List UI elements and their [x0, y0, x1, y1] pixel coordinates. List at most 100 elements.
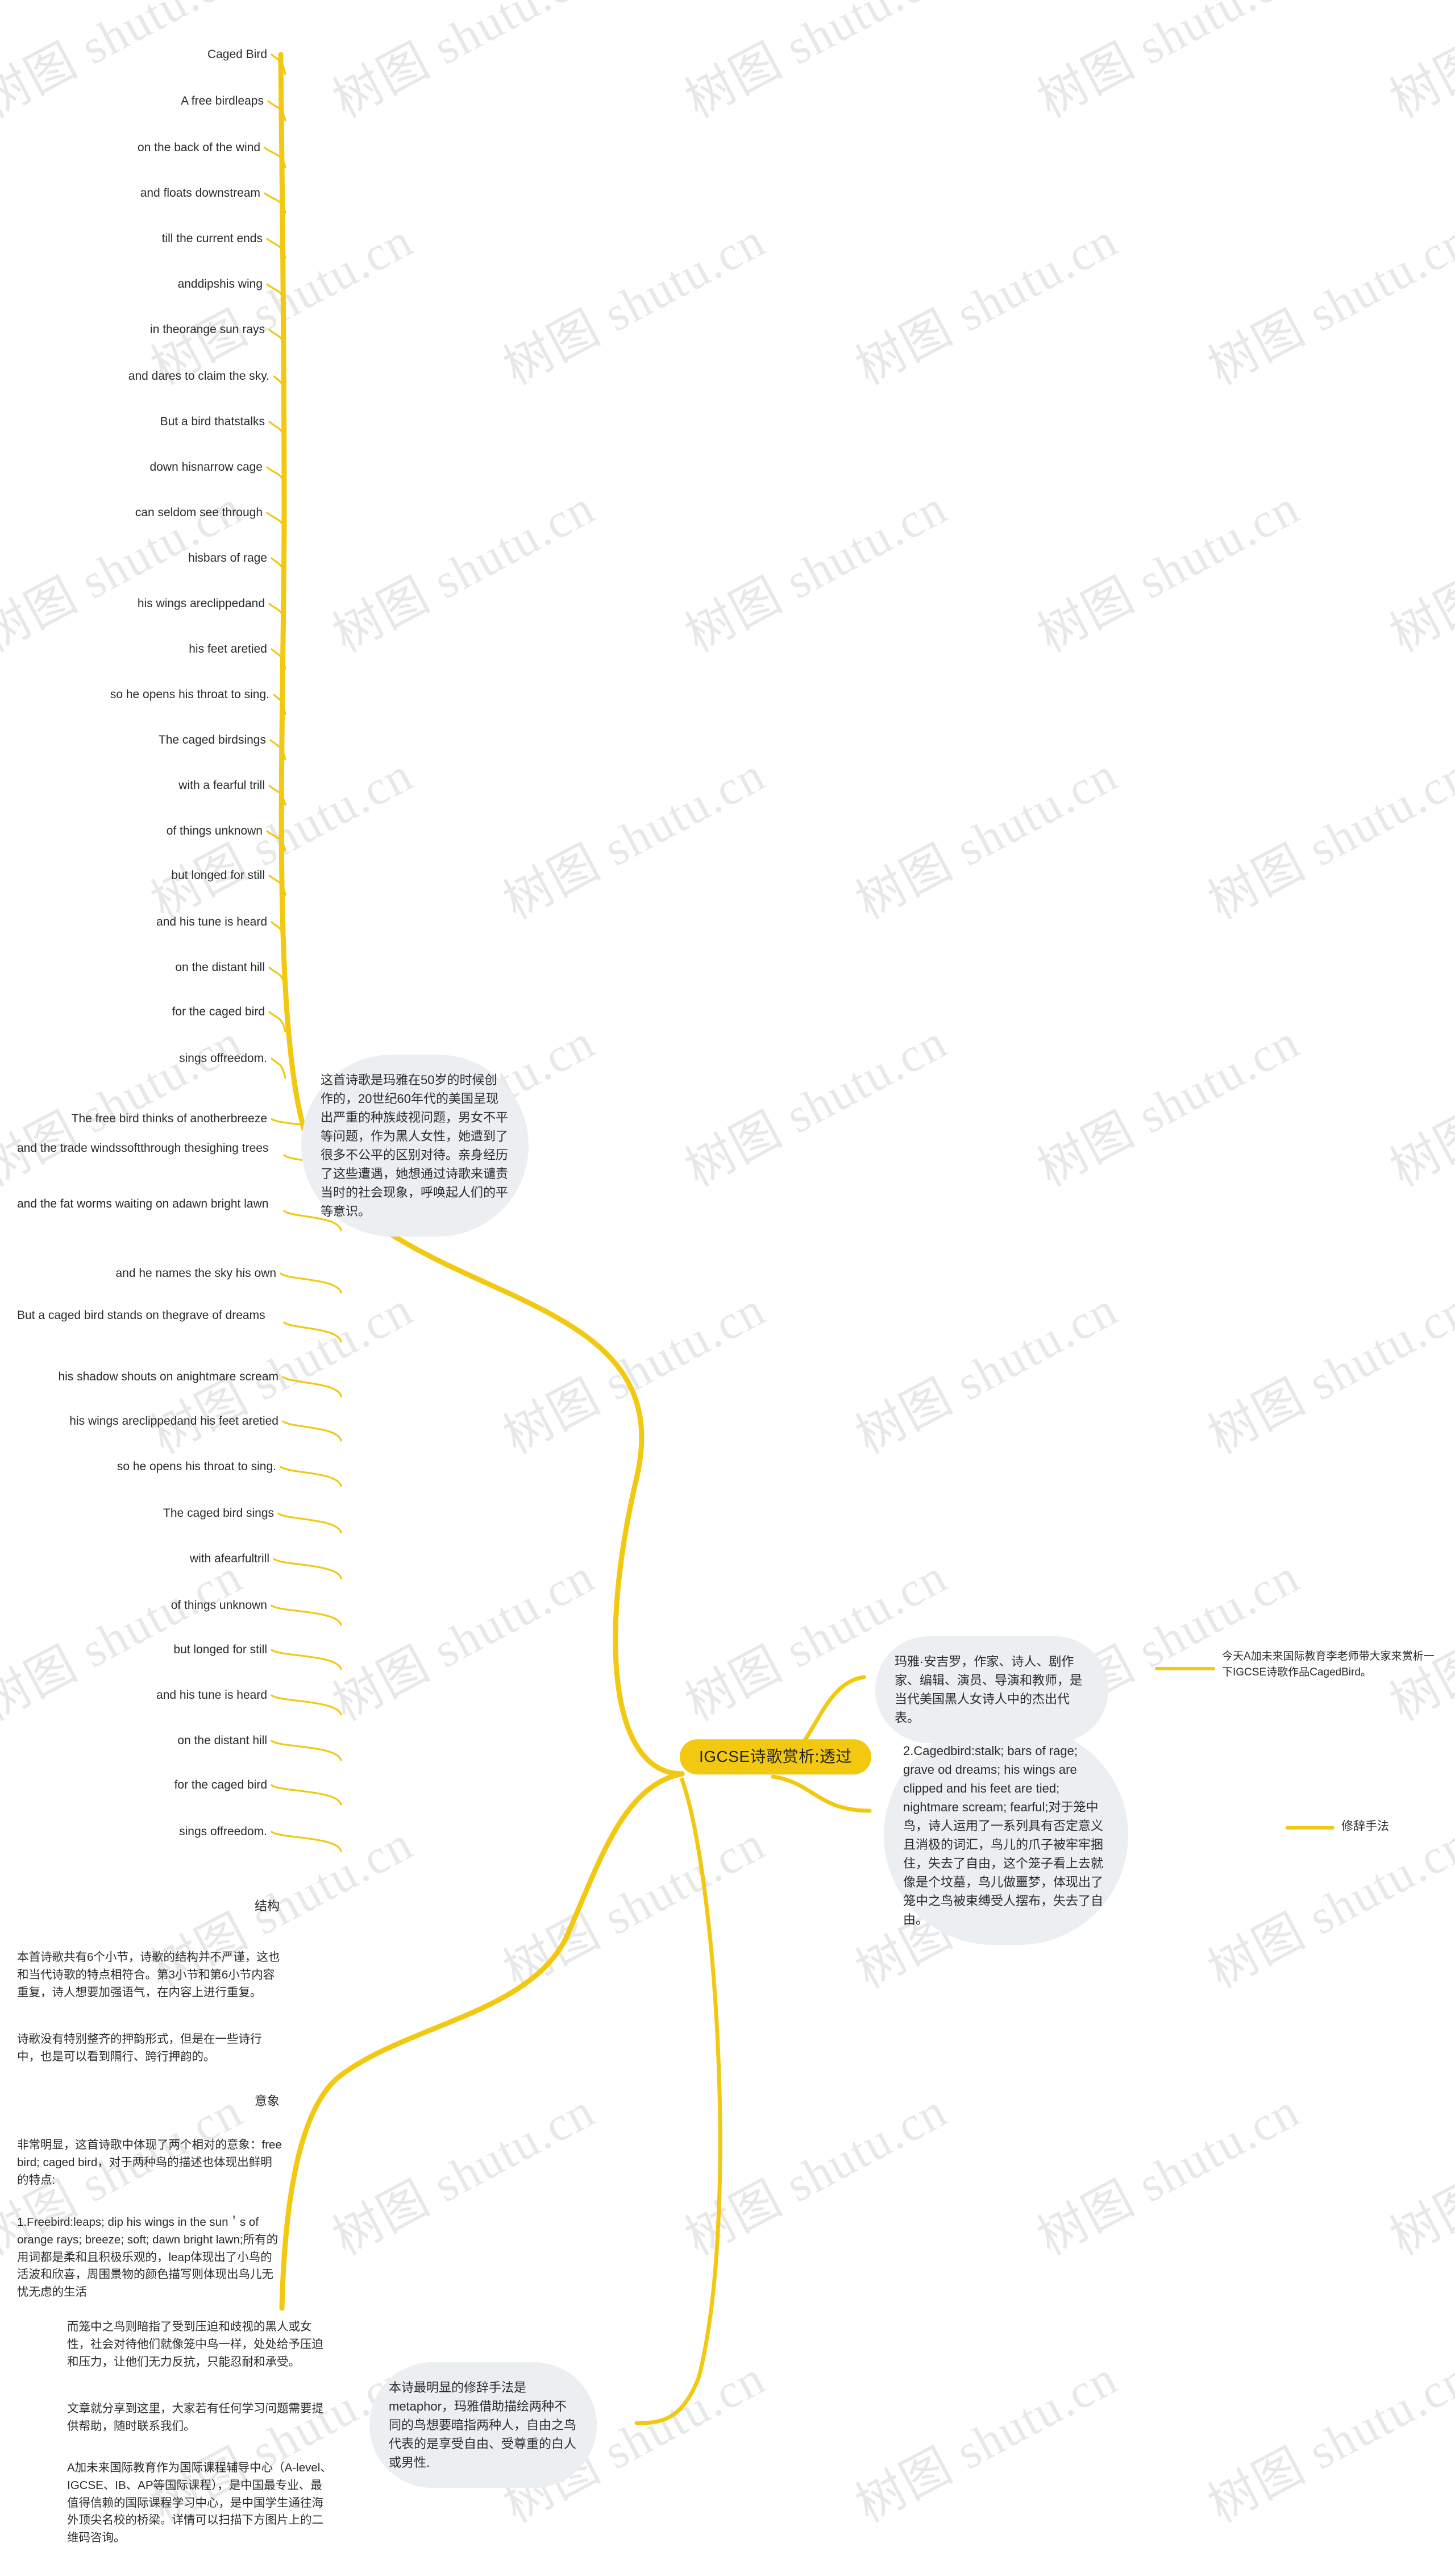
caged-bird-meaning-paragraph[interactable]: 而笼中之鸟则暗指了受到压迫和歧视的黑人或女性，社会对待他们就像笼中鸟一样，处处给…	[67, 2318, 332, 2371]
watermark-text: 树图 shutu.cn	[494, 212, 774, 396]
right-node-intro-note[interactable]: 今天A加未来国际教育李老师带大家来赏析一下IGCSE诗歌作品CagedBird。	[1222, 1649, 1444, 1680]
watermark-text: 树图 shutu.cn	[1029, 0, 1308, 128]
poem-line[interactable]: and his tune is heard	[0, 914, 267, 930]
section-label-imagery[interactable]: 意象	[0, 2091, 280, 2109]
rhyme-paragraph[interactable]: 诗歌没有特别整齐的押韵形式，但是在一些诗行中，也是可以看到隔行、跨行押韵的。	[17, 2031, 282, 2066]
section-label-structure[interactable]: 结构	[0, 1896, 280, 1914]
poem-line[interactable]: The free bird thinks of anotherbreeze	[0, 1111, 267, 1127]
bubble-metaphor-note[interactable]: 本诗最明显的修辞手法是metaphor，玛雅借助描绘两种不同的鸟想要暗指两种人，…	[369, 2362, 597, 2488]
branch-twig	[273, 694, 286, 715]
poem-line[interactable]: The caged birdsings	[0, 732, 266, 748]
poem-line[interactable]: and dares to claim the sky.	[0, 368, 269, 384]
poem-line[interactable]: so he opens his throat to sing.	[0, 687, 269, 703]
imagery-intro-paragraph[interactable]: 非常明显，这首诗歌中体现了两个相对的意象：free bird; caged bi…	[17, 2137, 282, 2189]
watermark-text: 树图 shutu.cn	[676, 1014, 956, 1197]
branch-twig	[266, 466, 286, 488]
bubble-caged-bird-note[interactable]: 2.Cagedbird:stalk; bars of rage; grave o…	[884, 1725, 1128, 1945]
branch-twig	[266, 830, 286, 852]
poem-line[interactable]: down hisnarrow cage	[0, 459, 263, 475]
poem-line[interactable]: and he names the sky his own	[0, 1266, 277, 1281]
poem-line[interactable]: so he opens his throat to sing.	[0, 1459, 276, 1475]
watermark-text: 树图 shutu.cn	[1381, 1014, 1455, 1197]
poem-line[interactable]: with a fearful trill	[0, 778, 265, 794]
branch-twig	[269, 739, 286, 761]
poem-line[interactable]: for the caged bird	[0, 1777, 267, 1793]
poem-line[interactable]: But a bird thatstalks	[0, 414, 265, 430]
watermark-text: 树图 shutu.cn	[1381, 479, 1455, 663]
watermark-text: 树图 shutu.cn	[494, 1815, 774, 1999]
poem-line[interactable]: on the distant hill	[0, 1733, 267, 1749]
poem-line[interactable]: his feet aretied	[0, 641, 267, 657]
watermark-text: 树图 shutu.cn	[1029, 2083, 1308, 2266]
poem-line[interactable]: anddipshis wing	[0, 276, 263, 292]
poem-line[interactable]: and floats downstream	[0, 185, 260, 201]
branch-twig	[280, 1272, 342, 1294]
watermark-text: 树图 shutu.cn	[1381, 1548, 1455, 1732]
mindmap-canvas: 树图 shutu.cn 树图 shutu.cn 树图 shutu.cn 树图 shut…	[0, 0, 1455, 2576]
watermark-text: 树图 shutu.cn	[324, 2083, 604, 2266]
poem-line[interactable]: hisbars of rage	[0, 550, 267, 566]
poem-line[interactable]: and the fat worms waiting on adawn brigh…	[17, 1196, 280, 1212]
free-bird-paragraph[interactable]: 1.Freebird:leaps; dip his wings in the s…	[17, 2214, 282, 2301]
branch-twig	[271, 1057, 286, 1079]
bubble-background-note[interactable]: 这首诗歌是玛雅在50岁的时候创作的，20世纪60年代的美国呈现出严重的种族歧视问…	[301, 1055, 529, 1237]
poem-line[interactable]: on the distant hill	[0, 960, 265, 976]
branch-twig	[268, 1011, 286, 1032]
poem-line[interactable]: sings offreedom.	[0, 1051, 267, 1067]
watermark-text: 树图 shutu.cn	[1381, 0, 1455, 128]
poem-line[interactable]: till the current ends	[0, 231, 263, 247]
branch-twig	[277, 1512, 342, 1534]
poem-line[interactable]: of things unknown	[0, 1598, 267, 1613]
closing-paragraph[interactable]: 文章就分享到这里，大家若有任何学习问题需要提供帮助，随时联系我们。	[67, 2400, 332, 2436]
branch-twig	[264, 147, 286, 168]
branch-twig	[271, 1831, 342, 1852]
poem-line[interactable]: on the back of the wind	[0, 140, 260, 156]
branch-twig	[271, 1649, 342, 1670]
poem-line[interactable]: with afearfultrill	[0, 1551, 269, 1567]
branch-twig	[271, 648, 286, 670]
organization-paragraph[interactable]: A加未来国际教育作为国际课程辅导中心（A-level、IGCSE、IB、AP等国…	[67, 2459, 332, 2547]
poem-line[interactable]: but longed for still	[0, 868, 265, 883]
branch-twig	[271, 1740, 342, 1761]
poem-line[interactable]: and his tune is heard	[0, 1687, 267, 1703]
poem-line[interactable]: but longed for still	[0, 1642, 267, 1658]
poem-line[interactable]: But a caged bird stands on thegrave of d…	[17, 1308, 280, 1324]
branch-twig	[273, 375, 286, 397]
watermark-text: 树图 shutu.cn	[1199, 1281, 1455, 1465]
watermark-text: 树图 shutu.cn	[847, 1281, 1126, 1465]
watermark-text: 树图 shutu.cn	[1199, 212, 1455, 396]
watermark-text: 树图 shutu.cn	[1029, 1014, 1308, 1197]
poem-line[interactable]: Caged Bird	[0, 47, 267, 63]
branch-twig	[268, 966, 286, 988]
poem-line[interactable]: his wings areclippedand his feet aretied	[0, 1413, 278, 1429]
structure-paragraph[interactable]: 本首诗歌共有6个小节，诗歌的结构并不严谨，这也和当代诗歌的特点相符合。第3小节和…	[17, 1949, 282, 2001]
right-node-rhetoric-label[interactable]: 修辞手法	[1341, 1817, 1389, 1834]
branch-twig	[266, 512, 286, 533]
branch-twig	[268, 785, 286, 806]
branch-twig	[264, 192, 286, 214]
poem-line[interactable]: for the caged bird	[0, 1004, 265, 1020]
watermark-text: 树图 shutu.cn	[1199, 2350, 1455, 2533]
poem-line[interactable]: and the trade windssoftthrough thesighin…	[17, 1140, 280, 1156]
poem-line[interactable]: his shadow shouts on anightmare scream	[0, 1369, 278, 1385]
branch-twig	[268, 421, 286, 442]
branch-twig	[268, 329, 286, 350]
poem-line[interactable]: in theorange sun rays	[0, 322, 265, 338]
watermark-text: 树图 shutu.cn	[847, 212, 1126, 396]
watermark-text: 树图 shutu.cn	[1381, 2083, 1455, 2266]
poem-line[interactable]: of things unknown	[0, 823, 263, 839]
poem-line[interactable]: his wings areclippedand	[0, 596, 265, 612]
branch-twig	[280, 1466, 342, 1487]
poem-line[interactable]: A free birdleaps	[0, 93, 264, 109]
poem-line[interactable]: The caged bird sings	[0, 1505, 274, 1521]
watermark-layer: 树图 shutu.cn 树图 shutu.cn 树图 shutu.cn 树图 shut…	[0, 0, 1455, 2576]
poem-line[interactable]: can seldom see through	[0, 505, 263, 521]
root-node[interactable]: IGCSE诗歌赏析:透过	[680, 1739, 871, 1774]
watermark-text: 树图 shutu.cn	[676, 0, 956, 128]
watermark-text: 树图 shutu.cn	[324, 0, 604, 128]
branch-twig	[267, 100, 286, 122]
branch-twig	[271, 53, 286, 75]
watermark-text: 树图 shutu.cn	[1199, 746, 1455, 930]
poem-line[interactable]: sings offreedom.	[0, 1824, 267, 1840]
branch-twig	[266, 238, 286, 259]
